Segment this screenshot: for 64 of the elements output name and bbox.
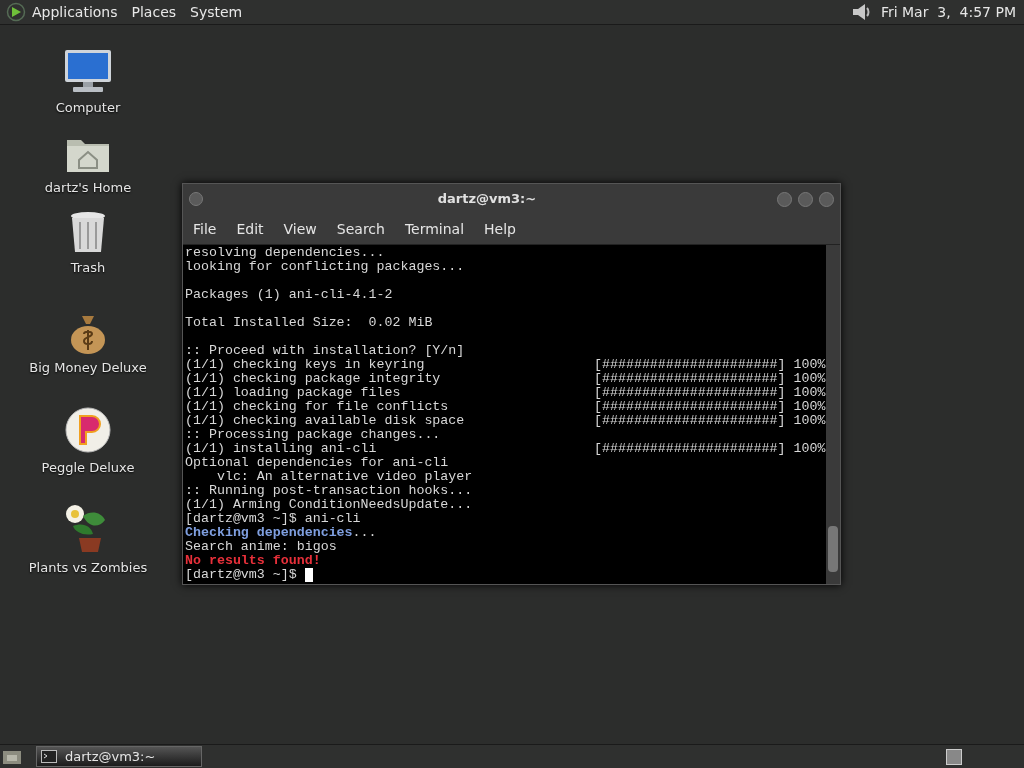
progress-bar-text: [######################]	[594, 414, 786, 428]
terminal-line: vlc: An alternative video player	[215, 469, 473, 484]
error-line: No results found!	[185, 553, 321, 568]
panel-menu[interactable]: Places	[131, 1, 177, 23]
terminal-line: (1/1) checking for file conflicts	[185, 399, 449, 414]
panel-menu[interactable]: Applications	[32, 1, 118, 23]
terminal-line: (1/1) Arming ConditionNeedsUpdate...	[185, 497, 473, 512]
terminal-line: (1/1) checking package integrity	[185, 371, 441, 386]
trash-icon	[69, 209, 107, 254]
workspace-switcher[interactable]	[946, 748, 962, 765]
terminal-line: (1/1) installing ani-cli	[185, 441, 377, 456]
panel-menu[interactable]: System	[190, 1, 243, 23]
minimize-button[interactable]	[777, 191, 792, 207]
terminal-line: :: Processing package changes...	[185, 427, 441, 442]
terminal-line: (1/1) checking available disk space	[185, 413, 465, 428]
logo-icon	[6, 2, 26, 22]
percent-text: 100%	[793, 400, 826, 414]
percent-text: 100%	[793, 386, 826, 400]
terminal-line: looking for conflicting packages...	[185, 259, 465, 274]
terminal-line: :: Running post-transaction hooks...	[185, 483, 473, 498]
text-cursor	[304, 568, 313, 582]
terminal-line: Packages (1) ani-cli-4.1-2	[185, 287, 393, 302]
maximize-button[interactable]	[798, 191, 813, 207]
window-menu-icon[interactable]	[189, 192, 203, 206]
terminal-line: (1/1) loading package files	[185, 385, 401, 400]
taskbar-button[interactable]: dartz@vm3:~	[36, 746, 202, 767]
progress-bar-text: [######################]	[594, 442, 786, 456]
prompt-line: [dartz@vm3 ~]$	[185, 568, 298, 582]
terminal-line: Total Installed Size: 0.02 MiB	[185, 315, 433, 330]
clock[interactable]: Fri Mar 3, 4:57 PM	[880, 1, 1016, 23]
percent-text: 100%	[793, 372, 826, 386]
progress-bar-text: [######################]	[594, 400, 786, 414]
progress-bar-text: [######################]	[594, 386, 786, 400]
computer-icon	[63, 47, 113, 94]
menu-item[interactable]: Edit	[236, 218, 264, 240]
desktop-icon-label[interactable]: dartz's Home	[44, 177, 132, 197]
terminal-icon	[41, 750, 57, 763]
terminal-line: Search anime: bigos	[185, 539, 337, 554]
desktop-icon-label[interactable]: Big Money Deluxe	[29, 357, 147, 377]
menu-item[interactable]: File	[193, 218, 217, 240]
percent-text: 100%	[793, 442, 826, 456]
percent-text: 100%	[793, 358, 826, 372]
peggle-ball-icon	[64, 405, 112, 454]
menu-item[interactable]: Help	[484, 218, 516, 240]
progress-bar-text: [######################]	[594, 358, 786, 372]
menu-item[interactable]: Search	[336, 218, 385, 240]
terminal-line: (1/1) checking keys in keyring	[185, 357, 425, 372]
terminal-line: :: Proceed with installation? [Y/n]	[185, 343, 465, 358]
desktop-icon-label[interactable]: Peggle Deluxe	[41, 457, 135, 477]
menu-item[interactable]: Terminal	[404, 218, 465, 240]
progress-bar-text: [######################]	[594, 372, 786, 386]
terminal-line: Optional dependencies for ani-cli	[185, 455, 449, 470]
desktop-icon-label[interactable]: Computer	[55, 97, 121, 117]
desktop-icon-label[interactable]: Plants vs Zombies	[28, 557, 148, 577]
terminal-line: resolving dependencies...	[185, 245, 385, 260]
terminal-line: [dartz@vm3 ~]$ ani-cli	[185, 511, 361, 526]
scrollbar[interactable]	[826, 245, 840, 584]
window-title: dartz@vm3:~	[436, 190, 538, 209]
scrollbar-thumb[interactable]	[828, 526, 838, 572]
close-button[interactable]	[819, 191, 834, 207]
desktop-icon-label[interactable]: Trash	[70, 257, 106, 277]
percent-text: 100%	[793, 414, 826, 428]
terminal-line: Checking dependencies...	[185, 525, 377, 540]
menu-item[interactable]: View	[283, 218, 317, 240]
